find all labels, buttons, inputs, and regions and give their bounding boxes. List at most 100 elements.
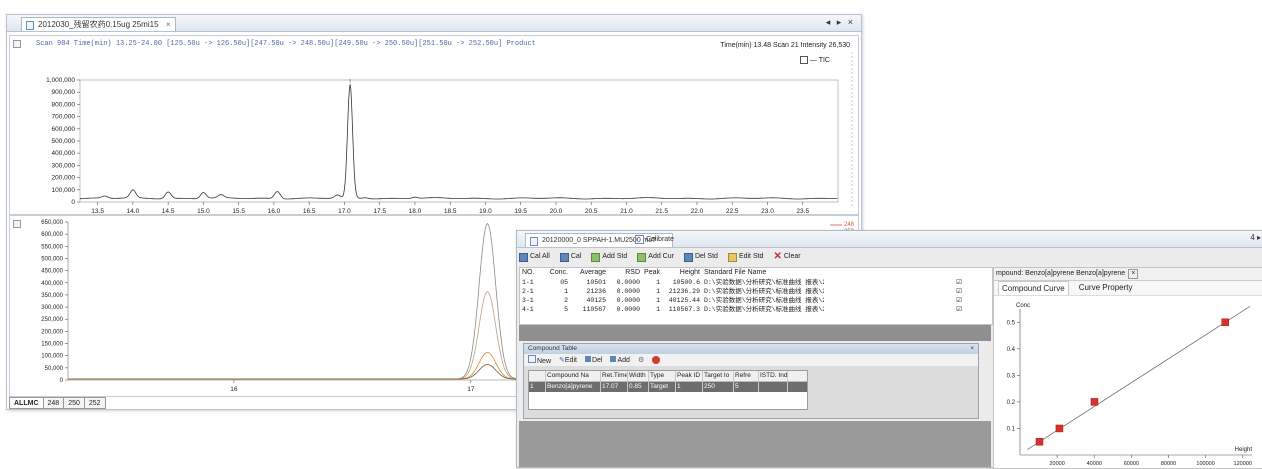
col-ret-time[interactable]: Ret.Time xyxy=(601,371,628,381)
del-std-button[interactable]: Del Std xyxy=(683,251,718,263)
table-row[interactable]: 3-1 2 40125 0.0000 1 40125.44 D:\实验数据\分析… xyxy=(520,296,992,305)
x-tick-label: 120000 xyxy=(1234,461,1252,467)
col-rsd[interactable]: RSD xyxy=(606,268,640,278)
cell-average: 40125 xyxy=(586,297,606,304)
x-axis-label: Height xyxy=(1235,447,1253,453)
x-tick-label: 23.5 xyxy=(796,208,809,214)
edit-std-button[interactable]: Edit Std xyxy=(727,251,764,263)
new-button[interactable]: New xyxy=(528,355,551,365)
add-button[interactable]: Add xyxy=(610,356,630,364)
add-cur-button[interactable]: Add Cur xyxy=(637,251,674,263)
add-std-button[interactable]: Add Std xyxy=(591,251,627,263)
new-label: New xyxy=(537,358,552,365)
x-tick-label: 80000 xyxy=(1161,461,1176,467)
tab-calibrate[interactable]: Calibrate xyxy=(635,233,674,246)
cell-peak-id: 1 xyxy=(676,382,703,392)
table-row[interactable]: 1-1 05 10501 0.0000 1 10500.6 D:\实验数据\分析… xyxy=(520,278,992,287)
y-tick-label: 100,000 xyxy=(41,354,63,360)
y-tick-label: 200,000 xyxy=(52,175,76,182)
y-tick-label: 400,000 xyxy=(41,281,63,287)
col-width[interactable]: Width xyxy=(628,371,649,381)
y-tick-label: 600,000 xyxy=(52,126,76,133)
calibration-point xyxy=(1221,318,1229,327)
close-icon[interactable]: × xyxy=(970,344,974,354)
table-row[interactable]: 2-1 1 21236 0.0000 1 21236.29 D:\实验数据\分析… xyxy=(520,287,992,296)
calibrate-toolbar: Cal All Cal Add Std Add Cur Del Std Edit… xyxy=(519,251,801,263)
y-tick-label: 650,000 xyxy=(41,220,63,226)
x-tick-label: 21.5 xyxy=(655,208,668,214)
x-tick-label: 21.0 xyxy=(620,208,633,214)
cell-height: 21236.29 xyxy=(668,288,700,295)
cell-conc: 05 xyxy=(560,279,568,286)
calibration-curve-panel: mpound: Benzo[a]pyrene Benzo[a]pyrene × C… xyxy=(993,267,1262,469)
x-tick-label: 13.5 xyxy=(91,208,104,214)
cell-height: 110567.3 xyxy=(668,306,700,313)
calibration-point xyxy=(1090,398,1099,406)
panel-nav-icon[interactable]: 4 ▸ xyxy=(1250,233,1261,242)
del-button[interactable]: Del xyxy=(584,356,603,364)
curve-panel-title: mpound: Benzo[a]pyrene Benzo[a]pyrene xyxy=(996,270,1126,277)
col-type[interactable]: Type xyxy=(649,371,676,381)
y-tick-label: 0 xyxy=(60,378,64,384)
tic-chart[interactable]: 1,000,000 900,000 800,000 700,000 600,000 500… xyxy=(10,36,858,214)
channel-tab-248[interactable]: 248 xyxy=(42,397,64,409)
y-tick-label: 700,000 xyxy=(52,114,76,121)
add-icon xyxy=(637,252,647,262)
y-tick-label: 0 xyxy=(71,199,75,206)
row-checkbox[interactable]: ☑ xyxy=(954,287,964,296)
col-compound-name[interactable]: Compound Na xyxy=(546,371,601,381)
del-label: Del xyxy=(591,357,603,364)
stop-icon[interactable] xyxy=(652,356,661,364)
col-no[interactable]: NO. xyxy=(520,268,546,278)
tools-icon[interactable]: ⚙ xyxy=(638,356,644,364)
calibration-point xyxy=(1055,424,1064,433)
clear-button[interactable]: ✕ Clear xyxy=(773,251,800,263)
cell-type: Target xyxy=(649,382,676,392)
cell-no: 1-1 xyxy=(522,279,534,286)
col-conc[interactable]: Conc. xyxy=(546,268,568,278)
calibration-curve-chart[interactable]: Conc Height 0.1 0.2 0.3 0.4 0.5 20000 40000 60000… xyxy=(994,295,1260,467)
y-axis-label: Conc xyxy=(1016,303,1030,309)
col-peak-id[interactable]: Peak ID xyxy=(676,371,703,381)
tab-chromatogram-label: 2012030_残留农药0.15ug 25mi15 xyxy=(38,20,159,29)
y-tick-label: 50,000 xyxy=(45,366,64,372)
x-tick-label: 19.0 xyxy=(479,208,492,214)
channel-tab-252[interactable]: 252 xyxy=(83,397,106,409)
col-file[interactable]: Standard File Name xyxy=(700,268,824,278)
y-tick-label: 250,000 xyxy=(41,317,63,323)
channel-tab-250[interactable]: 250 xyxy=(63,397,84,409)
tab-chromatogram[interactable]: 2012030_残留农药0.15ug 25mi15 × xyxy=(21,17,176,31)
table-row[interactable]: 4-1 5 110567 0.0000 1 110567.3 D:\实验数据\分… xyxy=(520,305,992,314)
edit-button[interactable]: ✎Edit xyxy=(559,356,577,364)
compound-row[interactable]: 1 Benzo[a]pyrene 17.07 0.85 Target 1 250… xyxy=(529,382,807,392)
col-index[interactable] xyxy=(529,371,546,381)
row-checkbox[interactable]: ☑ xyxy=(954,296,964,305)
row-checkbox[interactable]: ☑ xyxy=(954,305,964,314)
compound-table-titlebar[interactable]: Compound Table × xyxy=(524,344,978,354)
tic-chromatogram-pane: Scan 984 Time(min) 13.25-24.00 [125.50u … xyxy=(9,35,859,215)
cell-peak: 1 xyxy=(656,288,660,295)
y-tick-label: 0.1 xyxy=(1007,426,1016,432)
window-controls[interactable]: ◂ ▸ × xyxy=(826,17,855,28)
row-checkbox[interactable]: ☑ xyxy=(954,278,964,287)
col-height[interactable]: Height xyxy=(660,268,700,278)
col-refre[interactable]: Refre xyxy=(734,371,759,381)
x-tick-label: 22.0 xyxy=(691,208,704,214)
compound-toolbar: New ✎Edit Del Add ⚙ xyxy=(524,354,978,366)
cal-all-button[interactable]: Cal All xyxy=(519,251,550,263)
channel-tab-allmc[interactable]: ALLMC xyxy=(9,397,43,409)
tab-compound-curve[interactable]: Compound Curve xyxy=(998,281,1069,295)
col-target-ion[interactable]: Target Io xyxy=(703,371,734,381)
col-peak[interactable]: Peak xyxy=(640,268,660,278)
tab-curve-property[interactable]: Curve Property xyxy=(1079,281,1133,295)
close-tab-icon[interactable]: × xyxy=(166,18,171,31)
cal-button[interactable]: Cal xyxy=(559,251,581,263)
clear-label: Clear xyxy=(783,253,801,260)
calibrate-icon xyxy=(635,234,644,244)
edit-label: Edit xyxy=(564,357,577,364)
compound-table-window: Compound Table × New ✎Edit Del Add ⚙ Com… xyxy=(523,343,979,419)
col-average[interactable]: Average xyxy=(568,268,606,278)
edit-std-label: Edit Std xyxy=(738,253,764,260)
col-istd-ind[interactable]: ISTD. Ind xyxy=(759,371,788,381)
close-icon[interactable]: × xyxy=(1128,269,1139,279)
